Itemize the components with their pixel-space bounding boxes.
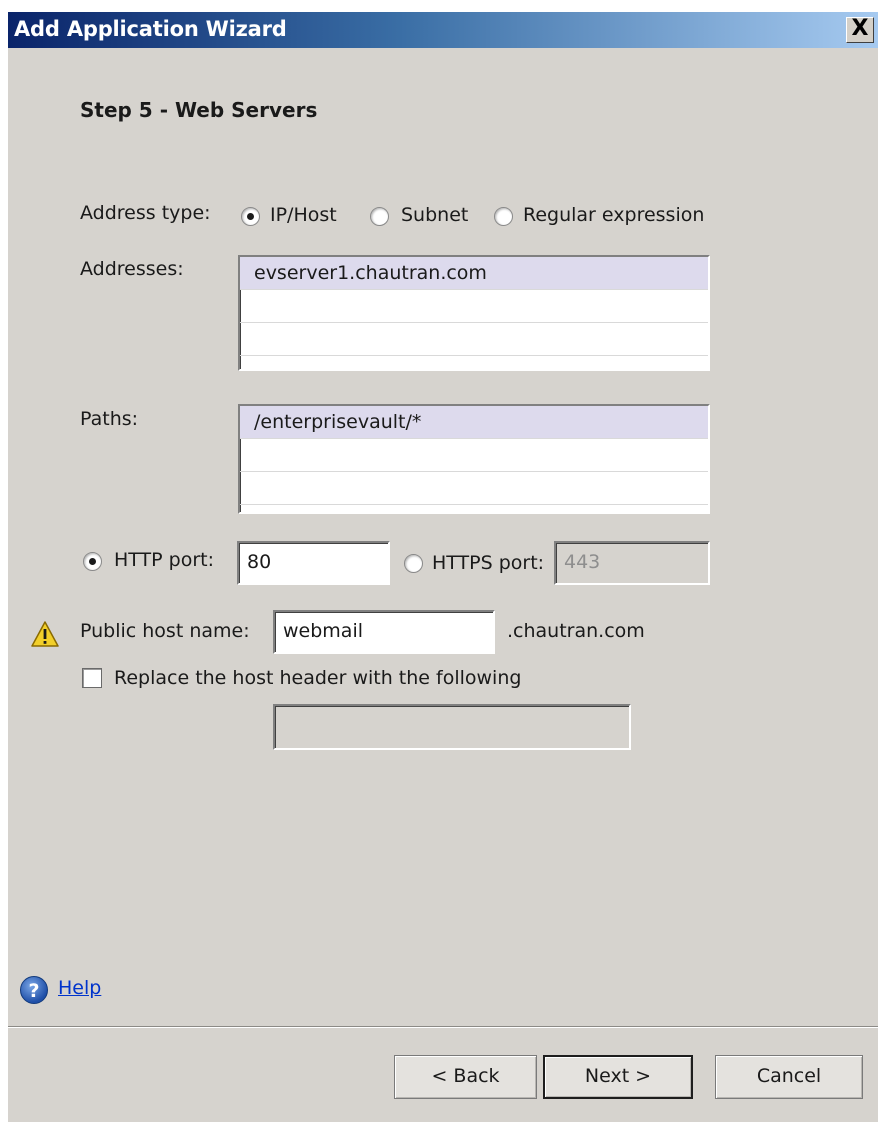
title-bar: Add Application Wizard X bbox=[8, 12, 878, 48]
list-item[interactable]: /enterprisevault/* bbox=[240, 406, 708, 439]
separator bbox=[8, 1026, 878, 1028]
cancel-button[interactable]: Cancel bbox=[715, 1055, 863, 1099]
radio-ip-host-label[interactable]: IP/Host bbox=[270, 204, 337, 226]
close-icon: X bbox=[851, 16, 869, 41]
list-item-empty[interactable] bbox=[240, 472, 708, 505]
https-port-input[interactable]: 443 bbox=[554, 541, 710, 585]
list-item-empty[interactable] bbox=[240, 290, 708, 323]
radio-subnet[interactable] bbox=[370, 207, 389, 226]
radio-https-port[interactable] bbox=[404, 554, 423, 573]
replace-host-header-input[interactable] bbox=[273, 704, 631, 750]
address-type-label: Address type: bbox=[80, 202, 211, 224]
paths-label: Paths: bbox=[80, 408, 139, 430]
close-button[interactable]: X bbox=[846, 17, 874, 43]
replace-host-header-checkbox[interactable] bbox=[82, 668, 102, 688]
step-title: Step 5 - Web Servers bbox=[80, 98, 318, 122]
list-item-empty[interactable] bbox=[240, 323, 708, 356]
radio-subnet-label[interactable]: Subnet bbox=[401, 204, 468, 226]
next-button[interactable]: Next > bbox=[543, 1055, 693, 1099]
radio-ip-host[interactable] bbox=[241, 207, 260, 226]
public-host-name-label: Public host name: bbox=[80, 620, 250, 642]
warning-icon bbox=[31, 621, 59, 647]
paths-list[interactable]: /enterprisevault/* bbox=[238, 404, 710, 514]
radio-regular-expression-label[interactable]: Regular expression bbox=[523, 204, 704, 226]
list-item-empty[interactable] bbox=[240, 439, 708, 472]
public-host-name-input[interactable]: webmail bbox=[273, 610, 495, 654]
https-port-label[interactable]: HTTPS port: bbox=[432, 552, 544, 574]
radio-regular-expression[interactable] bbox=[494, 207, 513, 226]
public-host-domain-suffix: .chautran.com bbox=[507, 620, 645, 642]
http-port-input[interactable]: 80 bbox=[237, 541, 390, 585]
addresses-label: Addresses: bbox=[80, 258, 184, 280]
back-button[interactable]: < Back bbox=[394, 1055, 537, 1099]
help-link[interactable]: Help bbox=[58, 977, 101, 999]
list-item[interactable]: evserver1.chautran.com bbox=[240, 257, 708, 290]
replace-host-header-label[interactable]: Replace the host header with the followi… bbox=[114, 667, 521, 689]
wizard-window: Add Application Wizard X Step 5 - Web Se… bbox=[8, 12, 878, 1122]
window-title: Add Application Wizard bbox=[14, 17, 287, 41]
radio-http-port[interactable] bbox=[83, 552, 102, 571]
help-icon[interactable]: ? bbox=[20, 976, 48, 1004]
addresses-list[interactable]: evserver1.chautran.com bbox=[238, 255, 710, 371]
http-port-label[interactable]: HTTP port: bbox=[114, 549, 214, 571]
